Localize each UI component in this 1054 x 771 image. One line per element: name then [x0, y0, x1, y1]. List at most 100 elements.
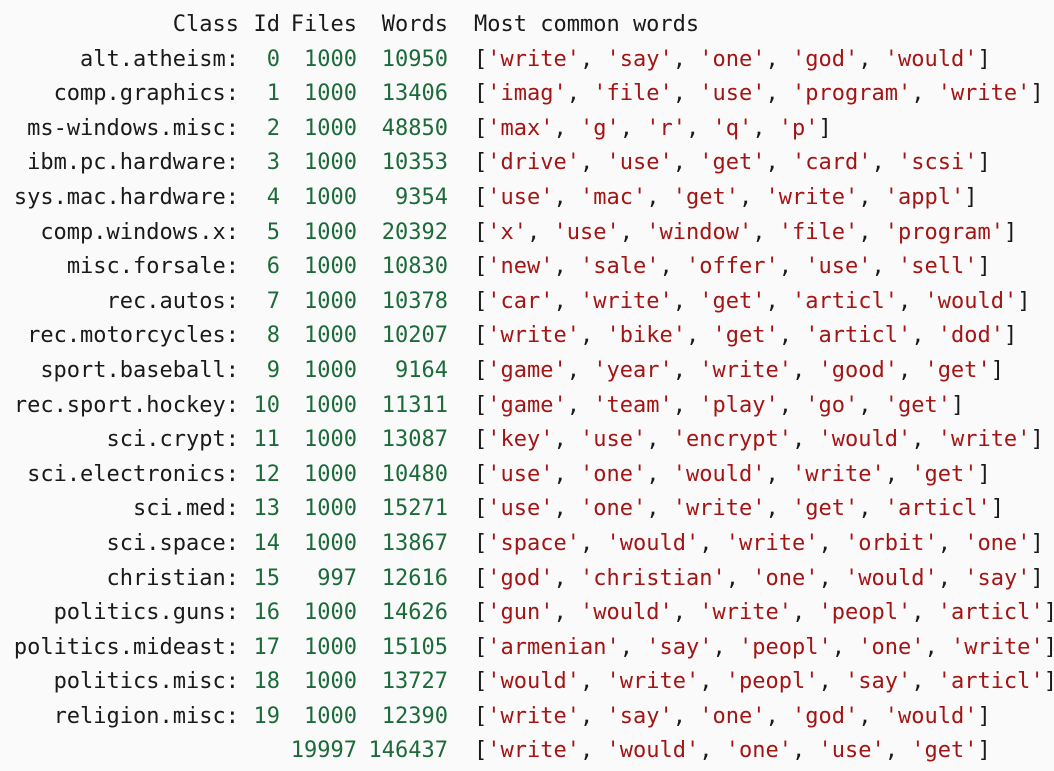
list-separator: , [937, 565, 965, 591]
row-most-common-words: ['write', 'would', 'one', 'use', 'get'] [474, 734, 991, 769]
row-class-label: rec.sport.hockey: [13, 392, 239, 418]
string-quote: ' [884, 703, 898, 729]
list-separator: , [765, 288, 792, 314]
word-string: gun [500, 600, 541, 626]
list-close-bracket: ] [1003, 323, 1018, 349]
table-row: sci.electronics: 12 1000 10480 ['use', 'one'… [0, 458, 1054, 493]
string-quote: ' [818, 357, 832, 383]
string-quote: ' [606, 46, 620, 72]
row-files-count: 1000 [304, 392, 357, 418]
list-separator: , [685, 323, 713, 349]
string-quote: ' [699, 392, 713, 418]
string-quote: ' [566, 530, 580, 556]
string-quote: ' [950, 184, 965, 210]
list-open-bracket: [ [474, 738, 488, 764]
string-quote: ' [739, 115, 753, 141]
string-quote: ' [540, 288, 554, 314]
list-close-bracket: ] [818, 115, 832, 141]
string-quote: ' [699, 357, 713, 383]
string-quote: ' [897, 81, 912, 107]
list-separator: , [566, 357, 594, 383]
string-quote: ' [487, 46, 501, 72]
row-files-count: 1000 [304, 115, 357, 141]
string-quote: ' [553, 81, 567, 107]
row-class-label: christian: [106, 565, 239, 591]
list-close-bracket: ] [977, 738, 991, 764]
row-id: 7 [266, 288, 280, 314]
row-most-common-words: ['key', 'use', 'encrypt', 'would', 'writ… [474, 423, 1044, 458]
word-string: would [897, 703, 965, 729]
word-string: get [686, 184, 726, 210]
row-words-count: 10378 [381, 288, 448, 314]
list-close-bracket: ] [977, 254, 991, 280]
row-files-count: 1000 [304, 323, 357, 349]
list-separator: , [752, 115, 779, 141]
string-quote: ' [1017, 427, 1031, 453]
word-string: say [977, 565, 1018, 591]
word-string: use [500, 496, 541, 522]
word-string: write [950, 427, 1018, 453]
table-row: rec.motorcycles: 8 1000 10207 ['write', 'bik… [0, 319, 1054, 354]
string-quote: ' [712, 565, 726, 591]
list-separator: , [858, 392, 885, 418]
string-quote: ' [659, 81, 673, 107]
string-quote: ' [884, 219, 898, 245]
word-string: one [593, 496, 633, 522]
table-row: sci.space: 14 1000 13867 ['space', 'would', … [0, 527, 1054, 562]
row-id: 6 [266, 254, 280, 280]
string-quote: ' [487, 461, 501, 487]
list-separator: , [725, 565, 753, 591]
word-string: say [619, 46, 660, 72]
row-most-common-words: ['use', 'one', 'would', 'write', 'get'] [474, 458, 991, 493]
row-id: 12 [253, 461, 281, 487]
string-quote: ' [659, 703, 673, 729]
word-string: write [500, 323, 567, 349]
list-close-bracket: ] [1030, 81, 1044, 107]
row-most-common-words: ['god', 'christian', 'one', 'would', 'sa… [474, 562, 1044, 597]
list-separator: , [699, 530, 726, 556]
word-string: x [500, 219, 514, 245]
word-string: imag [500, 81, 554, 107]
string-quote: ' [606, 738, 620, 764]
word-string: orbit [858, 530, 925, 556]
list-open-bracket: [ [474, 323, 488, 349]
string-quote: ' [606, 530, 620, 556]
row-class-label: rec.motorcycles: [27, 323, 239, 349]
string-quote: ' [672, 184, 686, 210]
string-quote: ' [752, 81, 766, 107]
word-string: armenian [500, 634, 607, 660]
row-files-count: 1000 [304, 634, 357, 660]
list-separator: , [831, 634, 859, 660]
list-close-bracket: ] [977, 46, 991, 72]
list-separator: , [765, 703, 792, 729]
list-close-bracket: ] [977, 150, 991, 176]
row-most-common-words: ['write', 'say', 'one', 'god', 'would'] [474, 700, 991, 735]
string-quote: ' [752, 150, 766, 176]
row-class-label: sci.crypt: [106, 427, 239, 453]
string-quote: ' [659, 150, 673, 176]
string-quote: ' [897, 669, 912, 695]
row-id: 9 [266, 357, 280, 383]
string-quote: ' [699, 288, 713, 314]
list-close-bracket: ] [950, 392, 965, 418]
string-quote: ' [553, 357, 567, 383]
string-quote: ' [540, 427, 554, 453]
list-separator: , [553, 461, 580, 487]
string-quote: ' [1030, 600, 1044, 626]
row-most-common-words: ['imag', 'file', 'use', 'program', 'writ… [474, 77, 1044, 112]
list-separator: , [672, 600, 700, 626]
string-quote: ' [964, 738, 978, 764]
table-row: christian: 15 997 12616 ['god', 'christian',… [0, 562, 1054, 597]
string-quote: ' [540, 115, 554, 141]
list-separator: , [884, 738, 912, 764]
list-separator: , [579, 323, 607, 349]
list-open-bracket: [ [474, 184, 488, 210]
list-separator: , [765, 496, 792, 522]
list-separator: , [672, 81, 700, 107]
string-quote: ' [712, 115, 726, 141]
word-string: one [977, 530, 1018, 556]
row-class-label: sci.med: [133, 496, 239, 522]
row-id: 18 [253, 669, 281, 695]
list-separator: , [566, 392, 594, 418]
word-string: say [858, 669, 898, 695]
